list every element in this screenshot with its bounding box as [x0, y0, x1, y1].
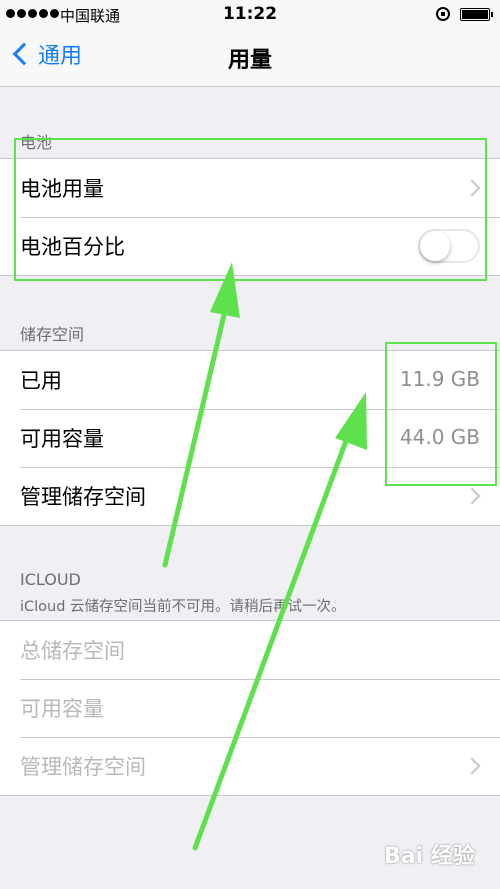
arrow-to-storage — [192, 392, 367, 851]
annotation-arrows — [162, 262, 367, 851]
watermark-logo: Bai 经验 — [384, 844, 475, 869]
arrow-to-battery — [162, 262, 240, 568]
